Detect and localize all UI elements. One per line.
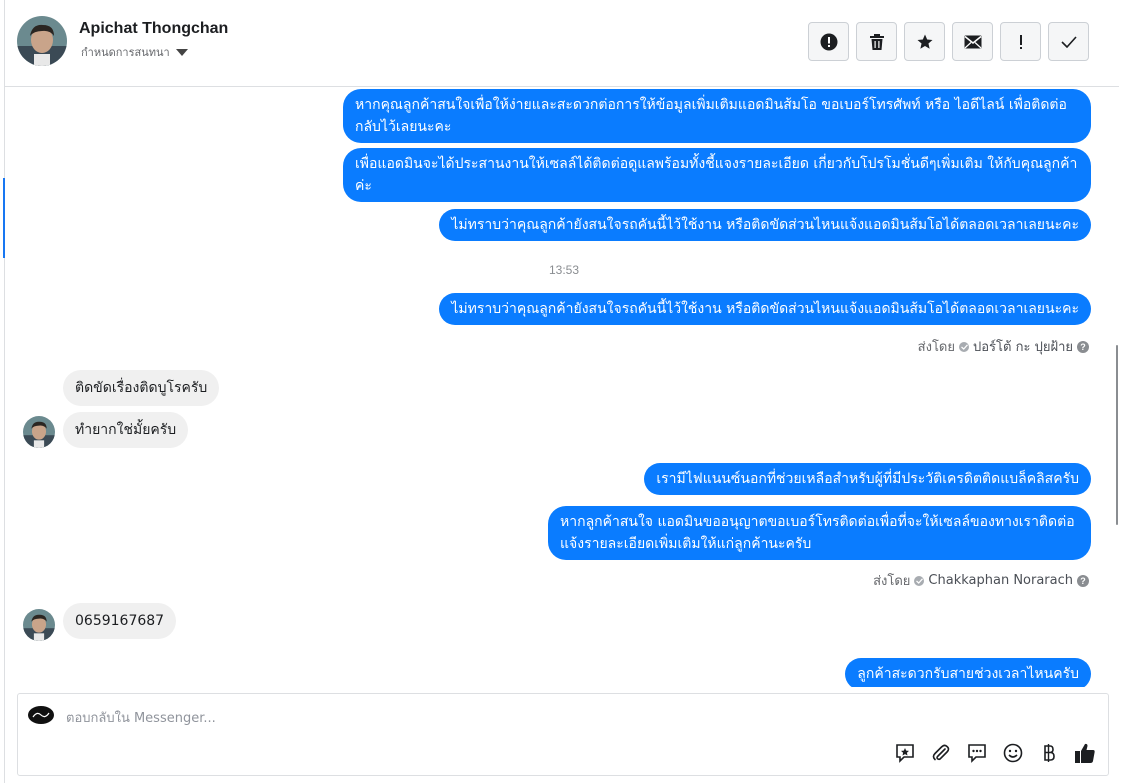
caret-down-icon	[175, 48, 188, 56]
conversation-toolbar	[808, 22, 1089, 61]
sent-by-prefix: ส่งโดย	[917, 340, 955, 355]
timestamp: 13:53	[549, 263, 580, 277]
baht-icon[interactable]	[1038, 742, 1060, 764]
assign-label: กำหนดการสนทนา	[81, 46, 170, 59]
delete-button[interactable]	[856, 22, 897, 61]
reply-input[interactable]	[66, 707, 866, 729]
message-bubble-incoming[interactable]: ติดขัดเรื่องติดบูโรครับ	[63, 370, 220, 406]
trash-icon	[869, 33, 885, 51]
message-bubble-outgoing[interactable]: หากลูกค้าสนใจ แอดมินขออนุญาตขอเบอร์โทรติ…	[548, 506, 1091, 560]
message-thread[interactable]: หากคุณลูกค้าสนใจเพื่อให้ง่ายและสะดวกต่อก…	[5, 87, 1115, 687]
sent-by-label: ส่งโดย Chakkaphan Norarach ?	[873, 570, 1089, 591]
sender-name[interactable]: ปอร์โต้ กะ ปุยฝ้าย	[973, 336, 1073, 357]
composer-tools	[894, 742, 1096, 764]
verified-icon	[914, 575, 925, 586]
message-bubble-incoming[interactable]: 0659167687	[63, 603, 177, 639]
page-avatar	[28, 706, 54, 724]
conversation-header: Apichat Thongchan กำหนดการสนทนา	[5, 0, 1119, 87]
contact-name[interactable]: Apichat Thongchan	[79, 20, 228, 38]
message-bubble-outgoing[interactable]: เรามีไฟแนนซ์นอกที่ช่วยเหลือสำหรับผู้ที่ม…	[644, 463, 1091, 495]
scrollbar-thumb[interactable]	[1116, 345, 1118, 525]
customer-avatar	[23, 416, 55, 448]
checkmark-icon	[1060, 35, 1077, 48]
message-icon[interactable]	[966, 742, 988, 764]
message-bubble-outgoing[interactable]: ไม่ทราบว่าคุณลูกค้ายังสนใจรถคันนี้ไว้ใช้…	[439, 293, 1091, 325]
sent-by-label: ส่งโดย ปอร์โต้ กะ ปุยฝ้าย ?	[918, 336, 1089, 357]
mark-done-button[interactable]	[1048, 22, 1089, 61]
help-icon[interactable]: ?	[1077, 574, 1089, 587]
star-button[interactable]	[904, 22, 945, 61]
saved-reply-icon[interactable]	[894, 742, 916, 764]
customer-avatar	[23, 609, 55, 641]
exclamation-icon	[1018, 34, 1024, 50]
message-bubble-outgoing[interactable]: เพื่อแอดมินจะได้ประสานงานให้เซลล์ได้ติดต…	[343, 148, 1091, 202]
sender-name[interactable]: Chakkaphan Norarach	[928, 573, 1073, 588]
assign-conversation-dropdown[interactable]: กำหนดการสนทนา	[81, 43, 188, 61]
help-icon[interactable]: ?	[1077, 340, 1089, 353]
sent-by-prefix: ส่งโดย	[873, 574, 911, 589]
follow-up-button[interactable]	[1000, 22, 1041, 61]
report-button[interactable]	[808, 22, 849, 61]
message-bubble-outgoing[interactable]: ไม่ทราบว่าคุณลูกค้ายังสนใจรถคันนี้ไว้ใช้…	[439, 209, 1091, 241]
envelope-icon	[964, 35, 982, 49]
like-icon[interactable]	[1074, 742, 1096, 764]
star-icon	[916, 33, 934, 51]
reply-composer	[17, 693, 1109, 776]
message-bubble-incoming[interactable]: ทำยากใช่มั้ยครับ	[63, 412, 189, 448]
message-bubble-outgoing[interactable]: ลูกค้าสะดวกรับสายช่วงเวลาไหนครับ	[845, 658, 1091, 687]
message-bubble-outgoing[interactable]: หากคุณลูกค้าสนใจเพื่อให้ง่ายและสะดวกต่อก…	[343, 89, 1091, 143]
mark-unread-button[interactable]	[952, 22, 993, 61]
contact-avatar[interactable]	[17, 16, 67, 66]
emoji-icon[interactable]	[1002, 742, 1024, 764]
report-icon	[820, 33, 838, 51]
inbox-conversation: Apichat Thongchan กำหนดการสนทนา หากคุณลู…	[0, 0, 1129, 783]
attachment-icon[interactable]	[930, 742, 952, 764]
verified-icon	[959, 341, 969, 352]
